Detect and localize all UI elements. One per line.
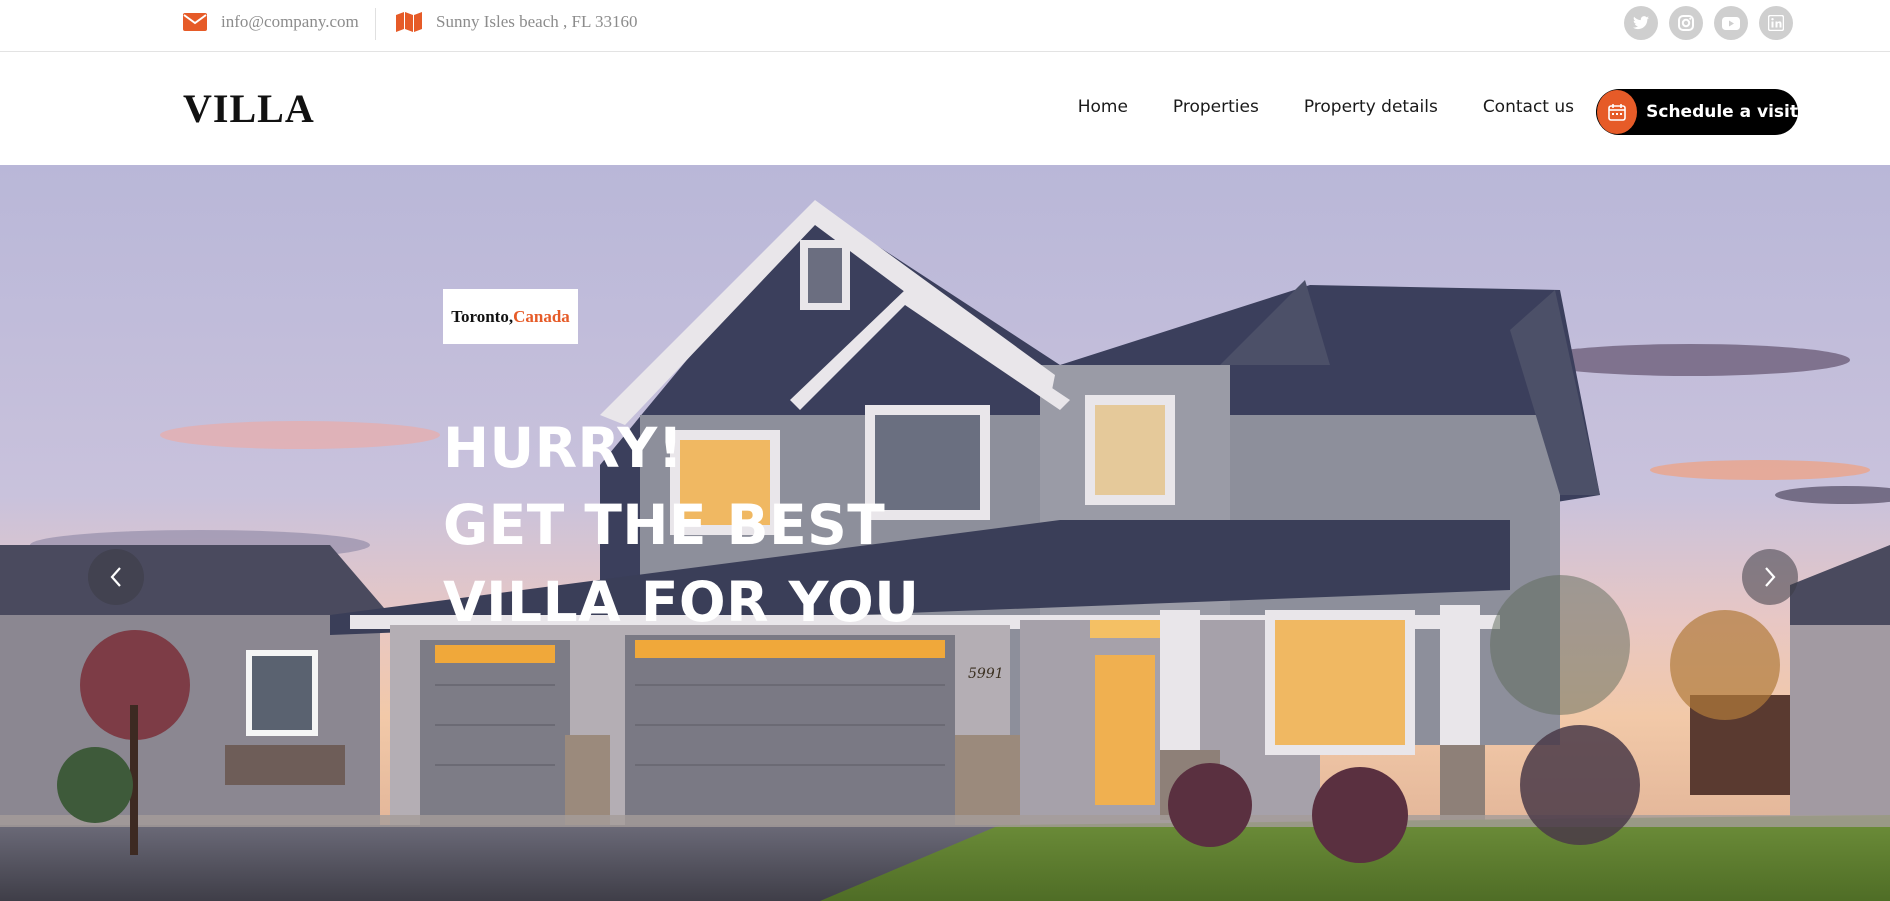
chevron-left-icon bbox=[110, 567, 121, 587]
chevron-right-icon bbox=[1765, 567, 1776, 587]
schedule-visit-button[interactable]: Schedule a visit bbox=[1596, 89, 1798, 135]
map-icon bbox=[396, 12, 422, 32]
youtube-link[interactable] bbox=[1714, 6, 1748, 40]
youtube-icon bbox=[1722, 16, 1740, 30]
twitter-icon bbox=[1633, 16, 1649, 30]
main-header: VILLA Home Properties Property details C… bbox=[0, 53, 1890, 165]
headline-line-1: HURRY! bbox=[443, 416, 684, 480]
location-badge: Toronto, Canada bbox=[443, 289, 578, 344]
linkedin-icon bbox=[1768, 15, 1784, 31]
house-number: 5991 bbox=[968, 666, 1004, 682]
hero-banner: 5991 Toronto, Canada HURRY! GET THE BEST … bbox=[0, 165, 1890, 901]
nav-properties[interactable]: Properties bbox=[1173, 97, 1259, 117]
contact-email[interactable]: info@company.com bbox=[183, 0, 359, 44]
location-country: Canada bbox=[513, 306, 570, 326]
topbar-divider bbox=[375, 8, 376, 40]
hero-headline: HURRY! GET THE BEST VILLA FOR YOU bbox=[443, 410, 919, 641]
top-info-bar: info@company.com Sunny Isles beach , FL … bbox=[0, 0, 1890, 52]
hero-house-image: 5991 bbox=[0, 165, 1890, 901]
envelope-icon bbox=[183, 13, 207, 31]
contact-address[interactable]: Sunny Isles beach , FL 33160 bbox=[396, 0, 637, 44]
carousel-prev-button[interactable] bbox=[88, 549, 144, 605]
social-links bbox=[1624, 6, 1793, 40]
email-text: info@company.com bbox=[221, 12, 359, 31]
schedule-visit-label: Schedule a visit bbox=[1646, 102, 1798, 122]
linkedin-link[interactable] bbox=[1759, 6, 1793, 40]
calendar-icon bbox=[1597, 90, 1638, 134]
twitter-link[interactable] bbox=[1624, 6, 1658, 40]
nav-contact-us[interactable]: Contact us bbox=[1483, 97, 1574, 117]
site-logo[interactable]: VILLA bbox=[183, 85, 315, 132]
carousel-next-button[interactable] bbox=[1742, 549, 1798, 605]
main-nav: Home Properties Property details Contact… bbox=[1078, 97, 1574, 117]
instagram-link[interactable] bbox=[1669, 6, 1703, 40]
location-city: Toronto, bbox=[451, 306, 514, 326]
instagram-icon bbox=[1678, 15, 1694, 31]
headline-line-2: GET THE BEST bbox=[443, 493, 886, 557]
nav-property-details[interactable]: Property details bbox=[1304, 97, 1438, 117]
address-text: Sunny Isles beach , FL 33160 bbox=[436, 12, 638, 31]
headline-line-3: VILLA FOR YOU bbox=[443, 570, 920, 634]
nav-home[interactable]: Home bbox=[1078, 97, 1128, 117]
